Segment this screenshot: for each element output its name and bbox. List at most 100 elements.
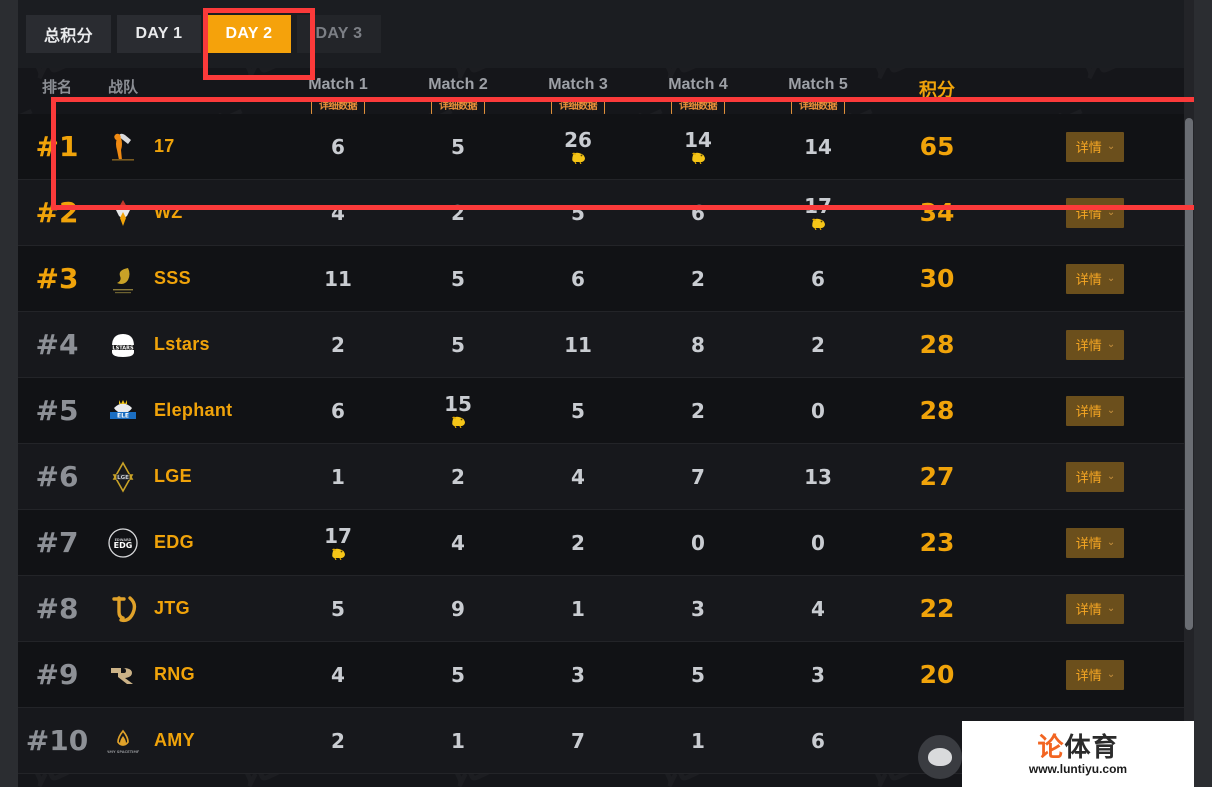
team-logo-icon xyxy=(104,128,142,166)
table-row[interactable]: #4 LSTARS Lstars 2 5 11 8 2 28 详情 ⌄ xyxy=(18,312,1194,378)
team-cell: AMY SPACETIME AMY xyxy=(96,722,278,760)
chevron-down-icon: ⌄ xyxy=(1106,404,1116,416)
row-details-button[interactable]: 详情 ⌄ xyxy=(1065,593,1125,624)
chicken-dinner-icon xyxy=(449,415,467,428)
team-cell: LGE LGE xyxy=(96,458,278,496)
match-score-cell: 9 xyxy=(398,599,518,619)
rank-cell: #8 xyxy=(35,592,79,625)
column-header-match-2: Match 2 详细数据 xyxy=(398,76,518,116)
table-row[interactable]: #8 JTG 5 9 1 3 4 22 详情 ⌄ xyxy=(18,576,1194,642)
match-score-value: 3 xyxy=(691,596,705,621)
match-score-value: 15 xyxy=(444,391,472,416)
match-score-cell: 2 xyxy=(278,731,398,751)
match-score-value: 5 xyxy=(691,662,705,687)
match-score-cell: 17 xyxy=(758,196,878,230)
match-score-cell: 2 xyxy=(398,203,518,223)
screenshot-root: 论体育论体育论体育论体育论体育论体育论体育论体育论体育论体育论体育论体育论体育论… xyxy=(0,0,1212,787)
column-header-match-1: Match 1 详细数据 xyxy=(278,76,398,116)
tab-day3[interactable]: DAY 3 xyxy=(296,15,381,53)
match-score-cell: 3 xyxy=(518,665,638,685)
match-score-value: 0 xyxy=(691,530,705,555)
match-label: Match 1 xyxy=(308,76,368,93)
row-details-button[interactable]: 详情 ⌄ xyxy=(1065,131,1125,162)
table-row[interactable]: #6 LGE LGE 1 2 4 7 13 27 详情 ⌄ xyxy=(18,444,1194,510)
match-score-cell: 3 xyxy=(758,665,878,685)
rank-cell: #10 xyxy=(25,724,89,757)
table-row[interactable]: #5 ELE Elephant 6 15 5 2 0 28 详情 ⌄ xyxy=(18,378,1194,444)
match-score-value: 7 xyxy=(571,728,585,753)
total-points-cell: 28 xyxy=(919,396,955,425)
match-score-value: 4 xyxy=(811,596,825,621)
actions-cell: 详情 ⌄ xyxy=(996,527,1194,558)
match-score-cell: 5 xyxy=(278,599,398,619)
row-details-label: 详情 xyxy=(1075,271,1102,287)
match-score-value: 17 xyxy=(324,523,352,548)
table-row[interactable]: #2 WZ 4 2 5 6 17 34 详情 ⌄ xyxy=(18,180,1194,246)
total-points-cell: 27 xyxy=(919,462,955,491)
match-score-cell: 0 xyxy=(638,533,758,553)
match-score-cell: 0 xyxy=(758,401,878,421)
total-points-cell: 28 xyxy=(919,330,955,359)
tab-total[interactable]: 总积分 xyxy=(26,15,111,53)
match-score-value: 6 xyxy=(811,728,825,753)
match-score-cell: 0 xyxy=(758,533,878,553)
match-score-value: 6 xyxy=(571,266,585,291)
total-points-cell: 30 xyxy=(919,264,955,293)
match-score-cell: 1 xyxy=(518,599,638,619)
chevron-down-icon: ⌄ xyxy=(1106,470,1116,482)
row-details-button[interactable]: 详情 ⌄ xyxy=(1065,197,1125,228)
team-logo-icon: EDWARD EDG xyxy=(104,524,142,562)
table-row[interactable]: #9 RNG 4 5 3 5 3 20 详情 ⌄ xyxy=(18,642,1194,708)
match-label: Match 4 xyxy=(668,76,728,93)
table-row[interactable]: #3 SSS 11 5 6 2 6 30 详情 ⌄ xyxy=(18,246,1194,312)
actions-cell: 详情 ⌄ xyxy=(996,329,1194,360)
table-row[interactable]: #1 17 6 5 26 14 14 65 详情 ⌄ xyxy=(18,114,1194,180)
rank-cell: #1 xyxy=(35,130,79,163)
match-score-value: 2 xyxy=(331,332,345,357)
match-score-cell: 5 xyxy=(398,269,518,289)
match-score-cell: 14 xyxy=(638,130,758,164)
rank-cell: #5 xyxy=(35,394,79,427)
partial-logo-icon xyxy=(918,735,962,779)
row-details-button[interactable]: 详情 ⌄ xyxy=(1065,659,1125,690)
row-details-button[interactable]: 详情 ⌄ xyxy=(1065,395,1125,426)
team-logo-icon xyxy=(104,260,142,298)
row-details-button[interactable]: 详情 ⌄ xyxy=(1065,263,1125,294)
chevron-down-icon: ⌄ xyxy=(1106,602,1116,614)
match-score-value: 5 xyxy=(451,332,465,357)
row-details-button[interactable]: 详情 ⌄ xyxy=(1065,461,1125,492)
match-score-cell: 5 xyxy=(638,665,758,685)
team-logo-icon: LGE xyxy=(104,458,142,496)
match-score-cell: 11 xyxy=(278,269,398,289)
match-score-value: 3 xyxy=(811,662,825,687)
chicken-dinner-icon xyxy=(329,547,347,560)
actions-cell: 详情 ⌄ xyxy=(996,131,1194,162)
column-header-match-4: Match 4 详细数据 xyxy=(638,76,758,116)
match-score-cell: 7 xyxy=(518,731,638,751)
column-header-team: 战队 xyxy=(108,79,139,96)
column-header-match-3: Match 3 详细数据 xyxy=(518,76,638,116)
row-details-label: 详情 xyxy=(1075,205,1102,221)
match-score-value: 4 xyxy=(331,662,345,687)
row-details-button[interactable]: 详情 ⌄ xyxy=(1065,329,1125,360)
match-score-cell: 4 xyxy=(398,533,518,553)
leaderboard-page: 论体育论体育论体育论体育论体育论体育论体育论体育论体育论体育论体育论体育论体育论… xyxy=(18,0,1194,787)
scrollbar-thumb[interactable] xyxy=(1185,118,1193,630)
match-score-value: 4 xyxy=(331,200,345,225)
match-score-value: 4 xyxy=(571,464,585,489)
rank-cell: #9 xyxy=(35,658,79,691)
row-details-label: 详情 xyxy=(1075,139,1102,155)
table-row[interactable]: #7 EDWARD EDG EDG 17 4 2 0 0 23 详情 ⌄ xyxy=(18,510,1194,576)
match-score-value: 14 xyxy=(804,134,832,159)
team-name: Lstars xyxy=(154,334,210,354)
team-logo-icon xyxy=(104,194,142,232)
team-logo-icon xyxy=(104,590,142,628)
tab-day1[interactable]: DAY 1 xyxy=(116,15,201,53)
tab-day2[interactable]: DAY 2 xyxy=(206,15,291,53)
vertical-scrollbar[interactable] xyxy=(1184,0,1194,787)
rank-cell: #3 xyxy=(35,262,79,295)
match-score-cell: 8 xyxy=(638,335,758,355)
row-details-button[interactable]: 详情 ⌄ xyxy=(1065,527,1125,558)
match-score-cell: 4 xyxy=(758,599,878,619)
match-score-value: 5 xyxy=(571,200,585,225)
